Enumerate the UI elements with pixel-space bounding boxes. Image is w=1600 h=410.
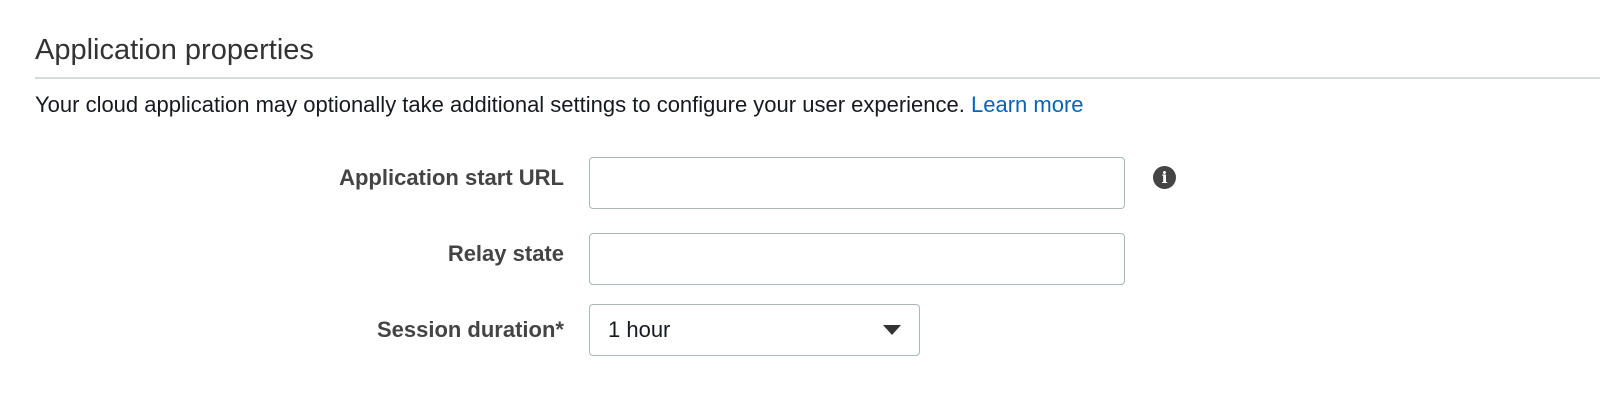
start-url-row: Application start URL i <box>0 157 1600 209</box>
relay-state-label: Relay state <box>447 241 564 266</box>
section-divider <box>35 77 1600 79</box>
section-title: Application properties <box>35 34 314 66</box>
session-duration-select[interactable]: 1 hour <box>589 304 920 356</box>
caret-down-icon <box>883 325 901 335</box>
description-text: Your cloud application may optionally ta… <box>35 92 965 117</box>
start-url-input[interactable] <box>589 157 1125 209</box>
session-duration-value: 1 hour <box>608 317 671 342</box>
start-url-label: Application start URL <box>339 165 564 190</box>
relay-state-row: Relay state <box>0 233 1600 285</box>
session-duration-row: Session duration* 1 hour <box>0 304 1600 356</box>
section-description: Your cloud application may optionally ta… <box>35 90 1084 120</box>
relay-state-input[interactable] <box>589 233 1125 285</box>
learn-more-link[interactable]: Learn more <box>971 92 1084 117</box>
session-duration-label: Session duration* <box>376 317 564 342</box>
application-properties-section: Application properties Your cloud applic… <box>0 0 1600 410</box>
info-icon[interactable]: i <box>1153 166 1176 189</box>
